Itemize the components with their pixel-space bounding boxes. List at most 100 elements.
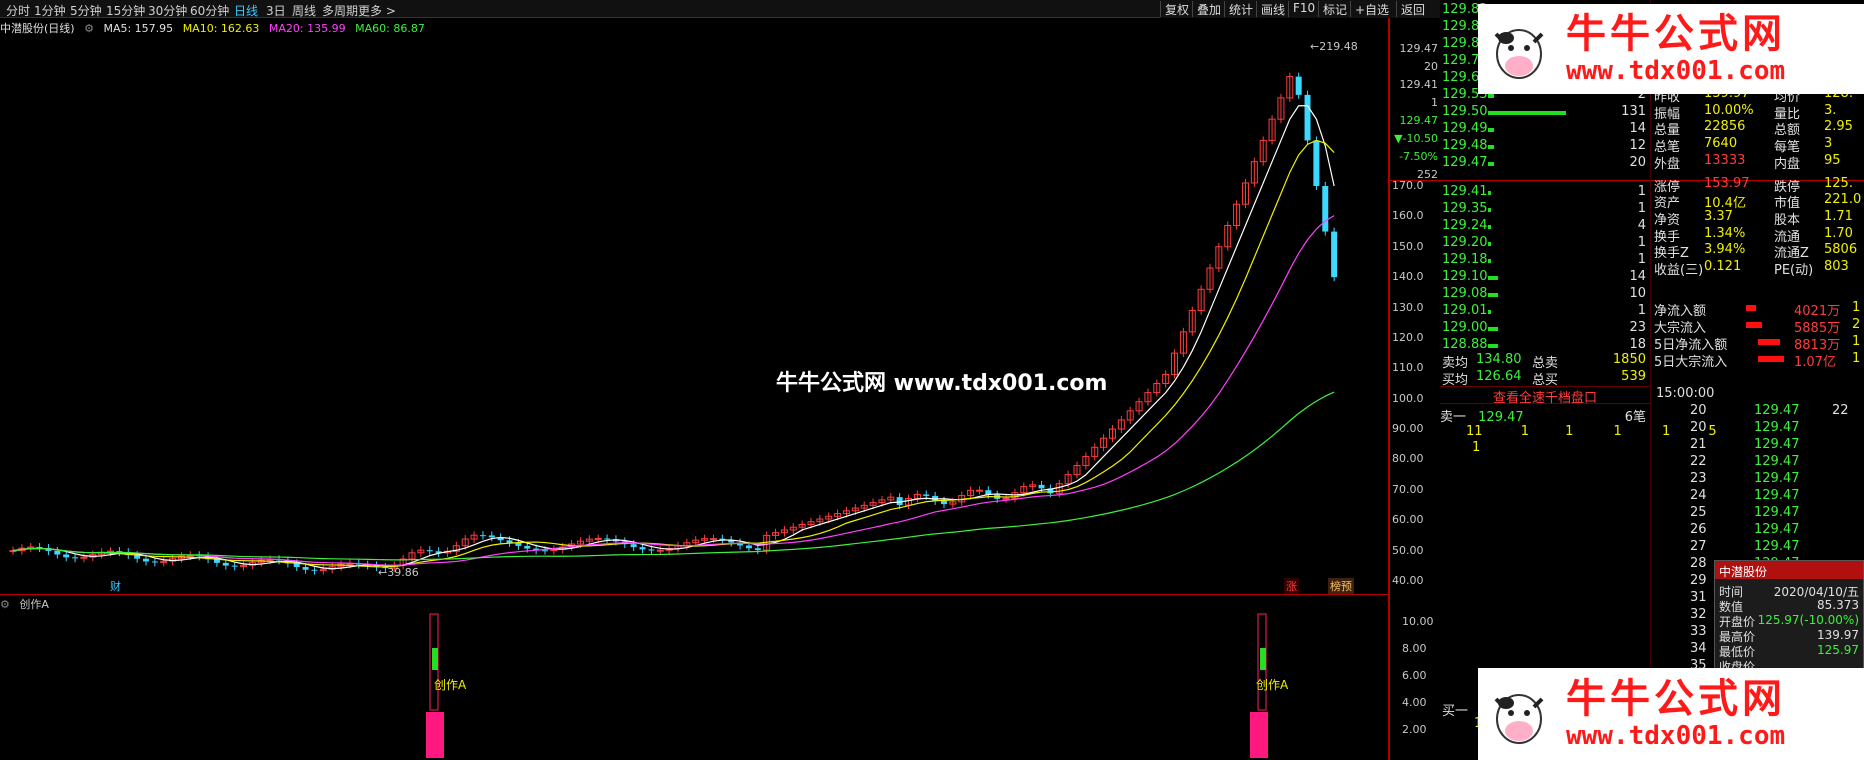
tick-cell: 25 (1690, 505, 1707, 520)
indicator-tick: 8.00 (1402, 642, 1427, 655)
candle (63, 554, 70, 558)
period-tab[interactable]: 3日 (266, 2, 286, 19)
period-tab[interactable]: 60分钟 (190, 2, 229, 19)
period-tab-active[interactable]: 日线 (234, 2, 258, 19)
statistics-button[interactable]: 统计 (1224, 1, 1257, 17)
queue-count: 6笔 (1624, 410, 1646, 425)
period-tab[interactable]: 1分钟 (34, 2, 66, 19)
candle (1331, 231, 1338, 278)
indicator-tick: 2.00 (1402, 723, 1427, 736)
ma10-value: MA10: 162.63 (182, 22, 260, 35)
buy-price: 129.10 (1442, 269, 1488, 284)
axis-top-label: -7.50% (1399, 150, 1438, 163)
flow-value: 1.07亿 (1794, 355, 1836, 370)
tick-cell: 129.47 (1754, 539, 1800, 554)
stat-cell: 125. (1824, 175, 1853, 191)
period-tab[interactable]: 多周期 (322, 2, 358, 19)
tick-cell: 20 (1690, 420, 1707, 435)
period-tab[interactable]: 15分钟 (106, 2, 145, 19)
avg-price: 134.80 (1476, 352, 1522, 367)
candle (1002, 497, 1010, 500)
tick-cell: 20 (1690, 403, 1707, 418)
ma20-value: MA20: 135.99 (268, 22, 346, 35)
more-periods-button[interactable]: 更多 > (358, 2, 396, 19)
indicator-axis: 10.00 8.00 6.00 4.00 2.00 (1402, 608, 1434, 743)
tick-cell: 24 (1690, 488, 1707, 503)
candle (222, 562, 229, 566)
price-tick: 110.0 (1392, 361, 1424, 375)
indicator-chart[interactable] (0, 600, 1388, 760)
popup-title: 中潜股份 (1715, 561, 1863, 579)
buy-price: 129.00 (1442, 320, 1488, 335)
tick-cell: 129.47 (1754, 488, 1800, 503)
popup-value: 139.97 (1817, 628, 1859, 642)
buy-price: 128.88 (1442, 337, 1488, 352)
tick-cell: 28 (1690, 556, 1707, 571)
sell-volume: 20 (1629, 155, 1646, 170)
ranking-marker[interactable]: 榜预 (1328, 578, 1354, 594)
tick-cell: 23 (1690, 471, 1707, 486)
stat-row: 振幅 10.00% 量比 3. (1654, 103, 1864, 122)
full-depth-link[interactable]: 查看全速千档盘口 (1440, 386, 1650, 406)
period-tab[interactable]: 周线 (292, 2, 316, 19)
candle (1295, 76, 1302, 95)
buy-volume: 23 (1629, 320, 1646, 335)
tick-row: 21 129.47 (1652, 437, 1864, 453)
stat-cell: 3.37 (1704, 208, 1733, 224)
overlay-button[interactable]: 叠加 (1192, 1, 1225, 17)
period-tab[interactable]: 分时 (6, 2, 30, 19)
tick-row: 25 129.47 (1652, 505, 1864, 521)
buy-volume: 1 (1637, 184, 1646, 199)
add-watchlist-button[interactable]: +自选 (1350, 1, 1393, 17)
tick-cell: 34 (1690, 641, 1707, 656)
buy-volume: 1 (1637, 303, 1646, 318)
buy-price: 129.18 (1442, 252, 1488, 267)
limit-up-marker[interactable]: 涨 (1284, 578, 1299, 594)
volume-bar (1488, 191, 1491, 195)
signal-bar-pink (1250, 712, 1268, 758)
stat-row: 总笔 7640 每笔 3 (1654, 136, 1864, 155)
period-tab[interactable]: 5分钟 (70, 2, 102, 19)
volume-bar (1488, 145, 1494, 149)
mark-button[interactable]: 标记 (1318, 1, 1351, 17)
sell-price: 129.48 (1442, 138, 1488, 153)
tick-cell: 33 (1690, 624, 1707, 639)
candle (231, 565, 238, 567)
candle (1304, 94, 1311, 141)
flow-row: 5日净流入额 8813万 1 (1654, 334, 1864, 353)
buy-volume: 4 (1637, 218, 1646, 233)
candle (54, 550, 61, 555)
ma60-line (12, 391, 1335, 561)
buy-volume: 10 (1629, 286, 1646, 301)
stat-row: 外盘 13333 内盘 95 (1654, 153, 1864, 172)
brand-name: 牛牛公式网 (1566, 11, 1786, 57)
candle (648, 549, 655, 551)
flow-bar (1746, 322, 1762, 328)
restore-rights-button[interactable]: 复权 (1160, 1, 1193, 17)
stat-cell: 内盘 (1774, 156, 1801, 172)
stat-row: 换手Z 3.94% 流通Z 5806 (1654, 242, 1864, 261)
axis-top-label: 129.41 (1399, 78, 1439, 91)
finance-marker[interactable]: 财 (110, 578, 121, 594)
volume-bar (1488, 128, 1494, 132)
flow-bar (1758, 339, 1780, 345)
settings-gear-icon[interactable]: ⚙ (84, 22, 94, 35)
queue-value: 1 (1613, 424, 1622, 439)
candle (143, 558, 149, 562)
volume-bar (1488, 344, 1498, 348)
candlestick-chart[interactable] (0, 36, 1388, 594)
candle (594, 537, 602, 540)
candle (515, 542, 522, 546)
candle (1313, 140, 1320, 186)
candle (745, 545, 752, 549)
candle (604, 538, 611, 540)
ma60-value: MA60: 86.87 (355, 22, 425, 35)
period-tab[interactable]: 30分钟 (148, 2, 187, 19)
draw-line-button[interactable]: 画线 (1256, 1, 1289, 17)
indicator-tick: 4.00 (1402, 696, 1427, 709)
stat-cell: PE(动) (1774, 263, 1814, 278)
f10-button[interactable]: F10 (1288, 1, 1319, 17)
buy-volume: 18 (1629, 337, 1646, 352)
queue-price: 129.47 (1478, 410, 1524, 425)
candle (1322, 186, 1329, 232)
